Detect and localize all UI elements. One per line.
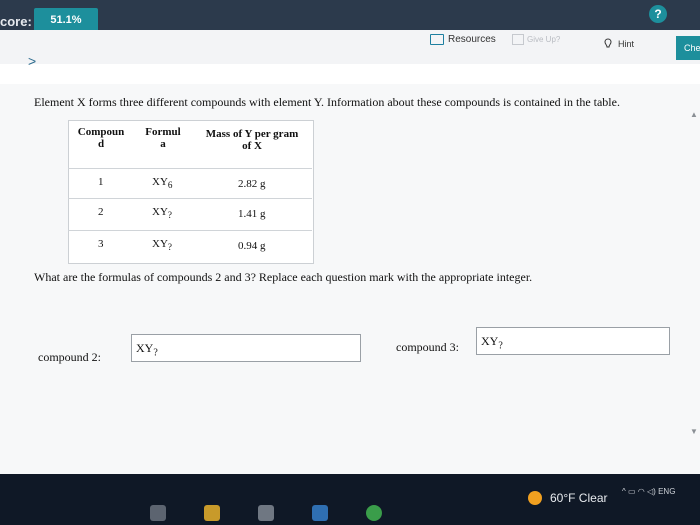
app-icon[interactable] [150, 505, 166, 521]
help-icon[interactable]: ? [649, 5, 667, 23]
weather-label: 60°F Clear [550, 491, 608, 505]
mail-icon[interactable] [312, 505, 328, 521]
problem-question: What are the formulas of compounds 2 and… [34, 270, 533, 284]
table-divider [68, 168, 312, 169]
hint-label: Hint [618, 38, 635, 49]
weather-widget[interactable]: 60°F Clear [528, 491, 608, 505]
taskbar-apps [150, 505, 382, 521]
table-header-mass: Mass of Y per gram of X [205, 128, 299, 152]
problem-intro: Element X forms three different compound… [34, 95, 620, 109]
chevron-up-icon: ^ [622, 487, 626, 496]
chevron-right-icon[interactable]: > [28, 53, 36, 69]
table-divider [68, 230, 312, 231]
table-row-1-mass: 2.82 g [238, 178, 266, 190]
toolbar [0, 30, 700, 64]
system-tray[interactable]: ^ ▭ ◠ ◁) ENG [622, 487, 675, 496]
resources-button[interactable]: Resources [430, 34, 496, 45]
answer-value-compound-3: XY? [481, 334, 503, 352]
table-row-3-compound: 3 [98, 238, 104, 250]
give-up-button[interactable]: Give Up? [512, 34, 560, 45]
give-up-icon [512, 34, 524, 45]
sun-icon [528, 491, 542, 505]
hint-button[interactable]: Hint [604, 38, 634, 49]
resources-icon [430, 34, 444, 45]
table-divider [68, 198, 312, 199]
table-row-2-mass: 1.41 g [238, 208, 266, 220]
resources-label: Resources [448, 34, 496, 45]
score-label: core: [0, 14, 32, 29]
chrome-icon[interactable] [366, 505, 382, 521]
answer-input-compound-2[interactable]: XY? [131, 334, 361, 362]
folder-icon[interactable] [204, 505, 220, 521]
table-header-formula: Formul a [145, 126, 181, 150]
score-badge: 51.1% [34, 8, 98, 32]
sub-header [0, 64, 700, 84]
table-row-3-formula: XY? [152, 238, 172, 253]
answer-label-compound-3: compound 3: [396, 340, 459, 354]
scroll-down-icon[interactable]: ▼ [690, 427, 698, 436]
table-row-3-mass: 0.94 g [238, 240, 266, 252]
language-label: ENG [658, 487, 676, 496]
table-row-2-formula: XY? [152, 206, 172, 221]
give-up-label: Give Up? [527, 35, 561, 44]
table-row-1-formula: XY6 [152, 176, 173, 191]
answer-value-compound-2: XY? [136, 341, 158, 359]
scroll-up-icon[interactable]: ▲ [690, 110, 698, 119]
volume-icon: ◁) [647, 487, 656, 496]
wifi-icon: ◠ [637, 487, 645, 496]
battery-icon: ▭ [628, 487, 636, 496]
store-icon[interactable] [258, 505, 274, 521]
answer-label-compound-2: compound 2: [38, 350, 101, 364]
answer-input-compound-3[interactable]: XY? [476, 327, 670, 355]
table-row-2-compound: 2 [98, 206, 104, 218]
hint-bulb-icon [604, 38, 612, 48]
table-header-compound: Compoun d [77, 126, 125, 150]
check-button[interactable]: Che [676, 36, 700, 60]
table-row-1-compound: 1 [98, 176, 104, 188]
